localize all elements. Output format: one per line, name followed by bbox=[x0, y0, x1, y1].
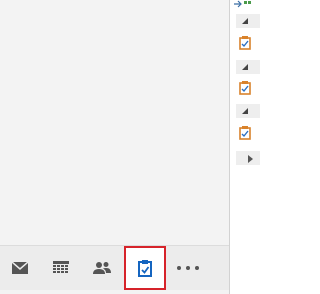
collapse-arrow-icon[interactable] bbox=[242, 18, 248, 24]
task-icon[interactable] bbox=[239, 36, 251, 50]
task-group-header[interactable] bbox=[236, 60, 260, 74]
calendar-icon bbox=[53, 261, 69, 273]
arrow-right-icon bbox=[234, 0, 251, 8]
collapse-arrow-icon[interactable] bbox=[242, 108, 248, 114]
collapse-arrow-icon[interactable] bbox=[242, 64, 248, 70]
more-icon bbox=[177, 266, 199, 270]
task-icon[interactable] bbox=[239, 126, 251, 140]
tasks-icon bbox=[138, 259, 152, 277]
mail-icon bbox=[12, 262, 28, 274]
task-icon[interactable] bbox=[239, 81, 251, 95]
task-list-pane bbox=[230, 0, 260, 294]
people-icon bbox=[93, 262, 111, 274]
task-group-header[interactable] bbox=[236, 104, 260, 118]
nav-mail-button[interactable] bbox=[2, 246, 38, 290]
navigation-bar bbox=[0, 246, 229, 290]
expand-arrow-icon[interactable] bbox=[248, 155, 253, 163]
nav-calendar-button[interactable] bbox=[43, 246, 79, 290]
task-group-header[interactable] bbox=[236, 14, 260, 28]
nav-more-button[interactable] bbox=[170, 246, 206, 290]
nav-tasks-button[interactable] bbox=[124, 246, 166, 290]
nav-people-button[interactable] bbox=[84, 246, 120, 290]
